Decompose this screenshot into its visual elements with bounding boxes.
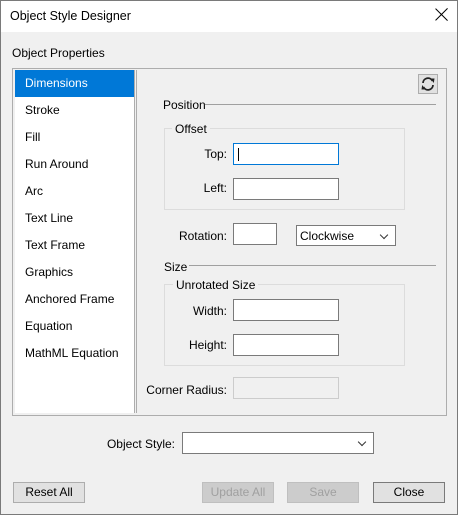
rotation-input[interactable] (233, 223, 277, 245)
offset-group-label: Offset (172, 122, 210, 136)
save-button[interactable]: Save (287, 482, 359, 503)
panel-divider (136, 70, 137, 413)
sidebar-item-graphics[interactable]: Graphics (15, 259, 134, 286)
window-title: Object Style Designer (10, 9, 131, 23)
rotation-direction-select[interactable]: Clockwise (296, 225, 396, 246)
sidebar-item-text-line[interactable]: Text Line (15, 205, 134, 232)
title-bar: Object Style Designer (1, 1, 457, 32)
width-input[interactable] (233, 299, 339, 321)
corner-radius-input (233, 377, 339, 399)
chevron-down-icon (357, 437, 367, 447)
reset-all-button[interactable]: Reset All (13, 482, 85, 503)
sidebar-item-stroke[interactable]: Stroke (15, 97, 134, 124)
unrotated-size-label: Unrotated Size (173, 278, 259, 292)
sidebar-item-fill[interactable]: Fill (15, 124, 134, 151)
corner-radius-label: Corner Radius: (146, 383, 227, 397)
left-input[interactable] (233, 178, 339, 200)
update-all-button[interactable]: Update All (202, 482, 274, 503)
left-label: Left: (203, 181, 227, 195)
size-divider (189, 265, 436, 266)
close-button[interactable]: Close (373, 482, 445, 503)
sidebar-item-text-frame[interactable]: Text Frame (15, 232, 134, 259)
sidebar-item-arc[interactable]: Arc (15, 178, 134, 205)
height-label: Height: (188, 338, 227, 352)
top-input[interactable] (233, 143, 339, 165)
position-divider (205, 104, 436, 105)
sidebar-item-mathml-equation[interactable]: MathML Equation (15, 340, 134, 367)
close-icon[interactable] (435, 7, 449, 21)
height-input[interactable] (233, 334, 339, 356)
refresh-icon (421, 77, 435, 91)
rotation-direction-value: Clockwise (300, 229, 355, 243)
rotation-label: Rotation: (178, 229, 227, 243)
object-style-select[interactable] (182, 432, 374, 454)
sidebar-item-equation[interactable]: Equation (15, 313, 134, 340)
group-label: Object Properties (12, 46, 105, 60)
position-heading: Position (163, 98, 206, 112)
sidebar-item-anchored-frame[interactable]: Anchored Frame (15, 286, 134, 313)
sidebar-item-dimensions[interactable]: Dimensions (15, 70, 134, 97)
object-style-label: Object Style: (106, 437, 175, 451)
top-label: Top: (204, 147, 227, 161)
text-caret (238, 148, 239, 161)
chevron-down-icon (379, 230, 389, 240)
size-heading: Size (164, 260, 188, 274)
sidebar-item-run-around[interactable]: Run Around (15, 151, 134, 178)
refresh-button[interactable] (418, 74, 438, 94)
width-label: Width: (192, 304, 227, 318)
property-list: Dimensions Stroke Fill Run Around Arc Te… (15, 70, 135, 413)
